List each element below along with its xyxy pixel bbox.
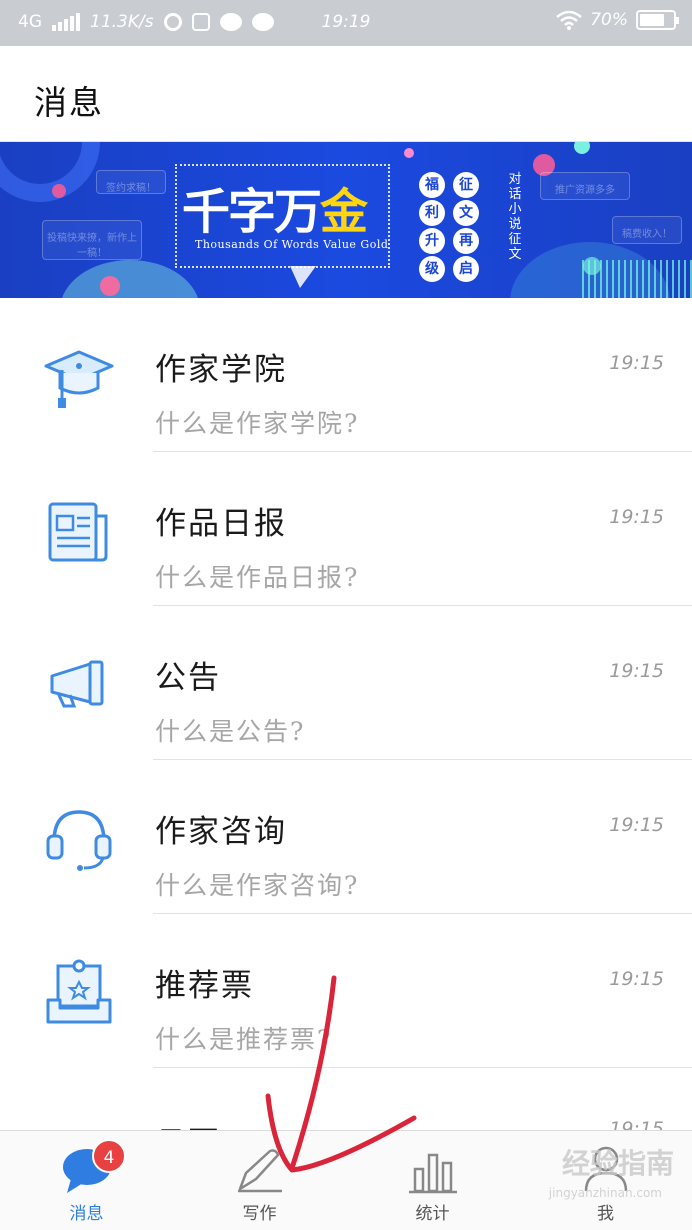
decor-circle bbox=[0, 142, 100, 202]
unread-badge: 4 bbox=[92, 1139, 126, 1173]
item-time: 19:15 bbox=[609, 1118, 664, 1130]
tab-write[interactable]: 写作 bbox=[173, 1131, 346, 1230]
list-item[interactable]: 作家学院 什么是作家学院? 19:15 bbox=[0, 298, 692, 452]
item-title: 作家咨询 bbox=[155, 814, 287, 850]
item-title: 月票 bbox=[155, 1118, 221, 1130]
decor-circle bbox=[100, 276, 120, 296]
list-item[interactable]: 作品日报 什么是作品日报? 19:15 bbox=[0, 452, 692, 606]
item-time: 19:15 bbox=[609, 660, 664, 682]
tab-label: 写作 bbox=[242, 1204, 277, 1224]
banner-cloud: 签约求稿！ bbox=[96, 170, 166, 194]
item-desc: 什么是公告? bbox=[155, 717, 306, 746]
decor-circle bbox=[574, 142, 590, 154]
banner-vertical-text: 对话小说征文 bbox=[508, 172, 522, 262]
decor-circle bbox=[52, 184, 66, 198]
badge-char: 文 bbox=[453, 200, 479, 226]
slogan-part2: 金 bbox=[320, 184, 368, 240]
tab-label: 我 bbox=[597, 1204, 614, 1224]
banner-cloud: 稿费收入！ bbox=[612, 216, 682, 244]
item-time: 19:15 bbox=[609, 968, 664, 990]
badge-char: 利 bbox=[419, 200, 445, 226]
item-desc: 什么是作品日报? bbox=[155, 563, 360, 592]
decor-stripes bbox=[582, 260, 692, 298]
banner-cloud: 推广资源多多 bbox=[540, 172, 630, 200]
headset-icon bbox=[40, 802, 118, 874]
ticket-icon bbox=[40, 956, 118, 1028]
list-item[interactable]: 推荐票 什么是推荐票? 19:15 bbox=[0, 914, 692, 1068]
banner-cloud: 投稿快来撩，新作上一稿！ bbox=[42, 220, 142, 260]
newspaper-icon bbox=[40, 494, 118, 566]
item-title: 作家学院 bbox=[155, 352, 287, 388]
tab-label: 消息 bbox=[69, 1204, 104, 1224]
tab-messages[interactable]: 4 消息 bbox=[0, 1131, 173, 1230]
message-list: 作家学院 什么是作家学院? 19:15 作品日报 什么是作品日报? 19:15 bbox=[0, 298, 692, 1130]
tab-stats[interactable]: 统计 bbox=[346, 1131, 519, 1230]
megaphone-icon bbox=[40, 648, 118, 720]
watermark-sub: jingyanzhinan.com bbox=[548, 1186, 662, 1200]
item-title: 作品日报 bbox=[155, 506, 287, 542]
battery-percent: 70% bbox=[590, 10, 628, 30]
banner-slogan-en: Thousands Of Words Value Gold bbox=[195, 238, 389, 251]
item-desc: 什么是推荐票? bbox=[155, 1025, 333, 1054]
slogan-part1: 千字万 bbox=[182, 184, 322, 240]
banner-slogan: 千字万金 bbox=[182, 172, 368, 242]
item-time: 19:15 bbox=[609, 814, 664, 836]
wifi-icon bbox=[556, 10, 583, 30]
bar-chart-icon bbox=[409, 1153, 457, 1194]
badge-char: 征 bbox=[453, 172, 479, 198]
pen-icon bbox=[238, 1149, 282, 1193]
item-desc: 什么是作家学院? bbox=[155, 409, 360, 438]
item-title: 公告 bbox=[155, 660, 221, 696]
watermark: 经验指南 bbox=[561, 1147, 674, 1180]
item-time: 19:15 bbox=[609, 506, 664, 528]
list-item[interactable]: 作家咨询 什么是作家咨询? 19:15 bbox=[0, 760, 692, 914]
badge-char: 再 bbox=[453, 228, 479, 254]
item-title: 推荐票 bbox=[155, 968, 254, 1004]
status-bar: 4G 11.3K/s 19:19 70% bbox=[0, 0, 692, 46]
item-time: 19:15 bbox=[609, 352, 664, 374]
slogan-tail bbox=[290, 266, 316, 288]
battery-icon bbox=[636, 10, 679, 30]
badge-char: 启 bbox=[453, 256, 479, 282]
badge-char: 升 bbox=[419, 228, 445, 254]
tab-label: 统计 bbox=[415, 1204, 450, 1224]
list-item[interactable]: 公告 什么是公告? 19:15 bbox=[0, 606, 692, 760]
badge-char: 福 bbox=[419, 172, 445, 198]
graduation-cap-icon bbox=[40, 340, 118, 412]
item-desc: 什么是作家咨询? bbox=[155, 871, 360, 900]
page-header: 消息 bbox=[0, 46, 692, 142]
badge-char: 级 bbox=[419, 256, 445, 282]
list-item[interactable]: 月票 19:15 bbox=[0, 1068, 692, 1130]
decor-circle bbox=[404, 148, 414, 158]
page-title: 消息 bbox=[34, 83, 104, 122]
status-right: 70% bbox=[556, 10, 679, 30]
promo-banner[interactable]: 签约求稿！ 推广资源多多 投稿快来撩，新作上一稿！ 稿费收入！ 千字万金 Tho… bbox=[0, 142, 692, 298]
